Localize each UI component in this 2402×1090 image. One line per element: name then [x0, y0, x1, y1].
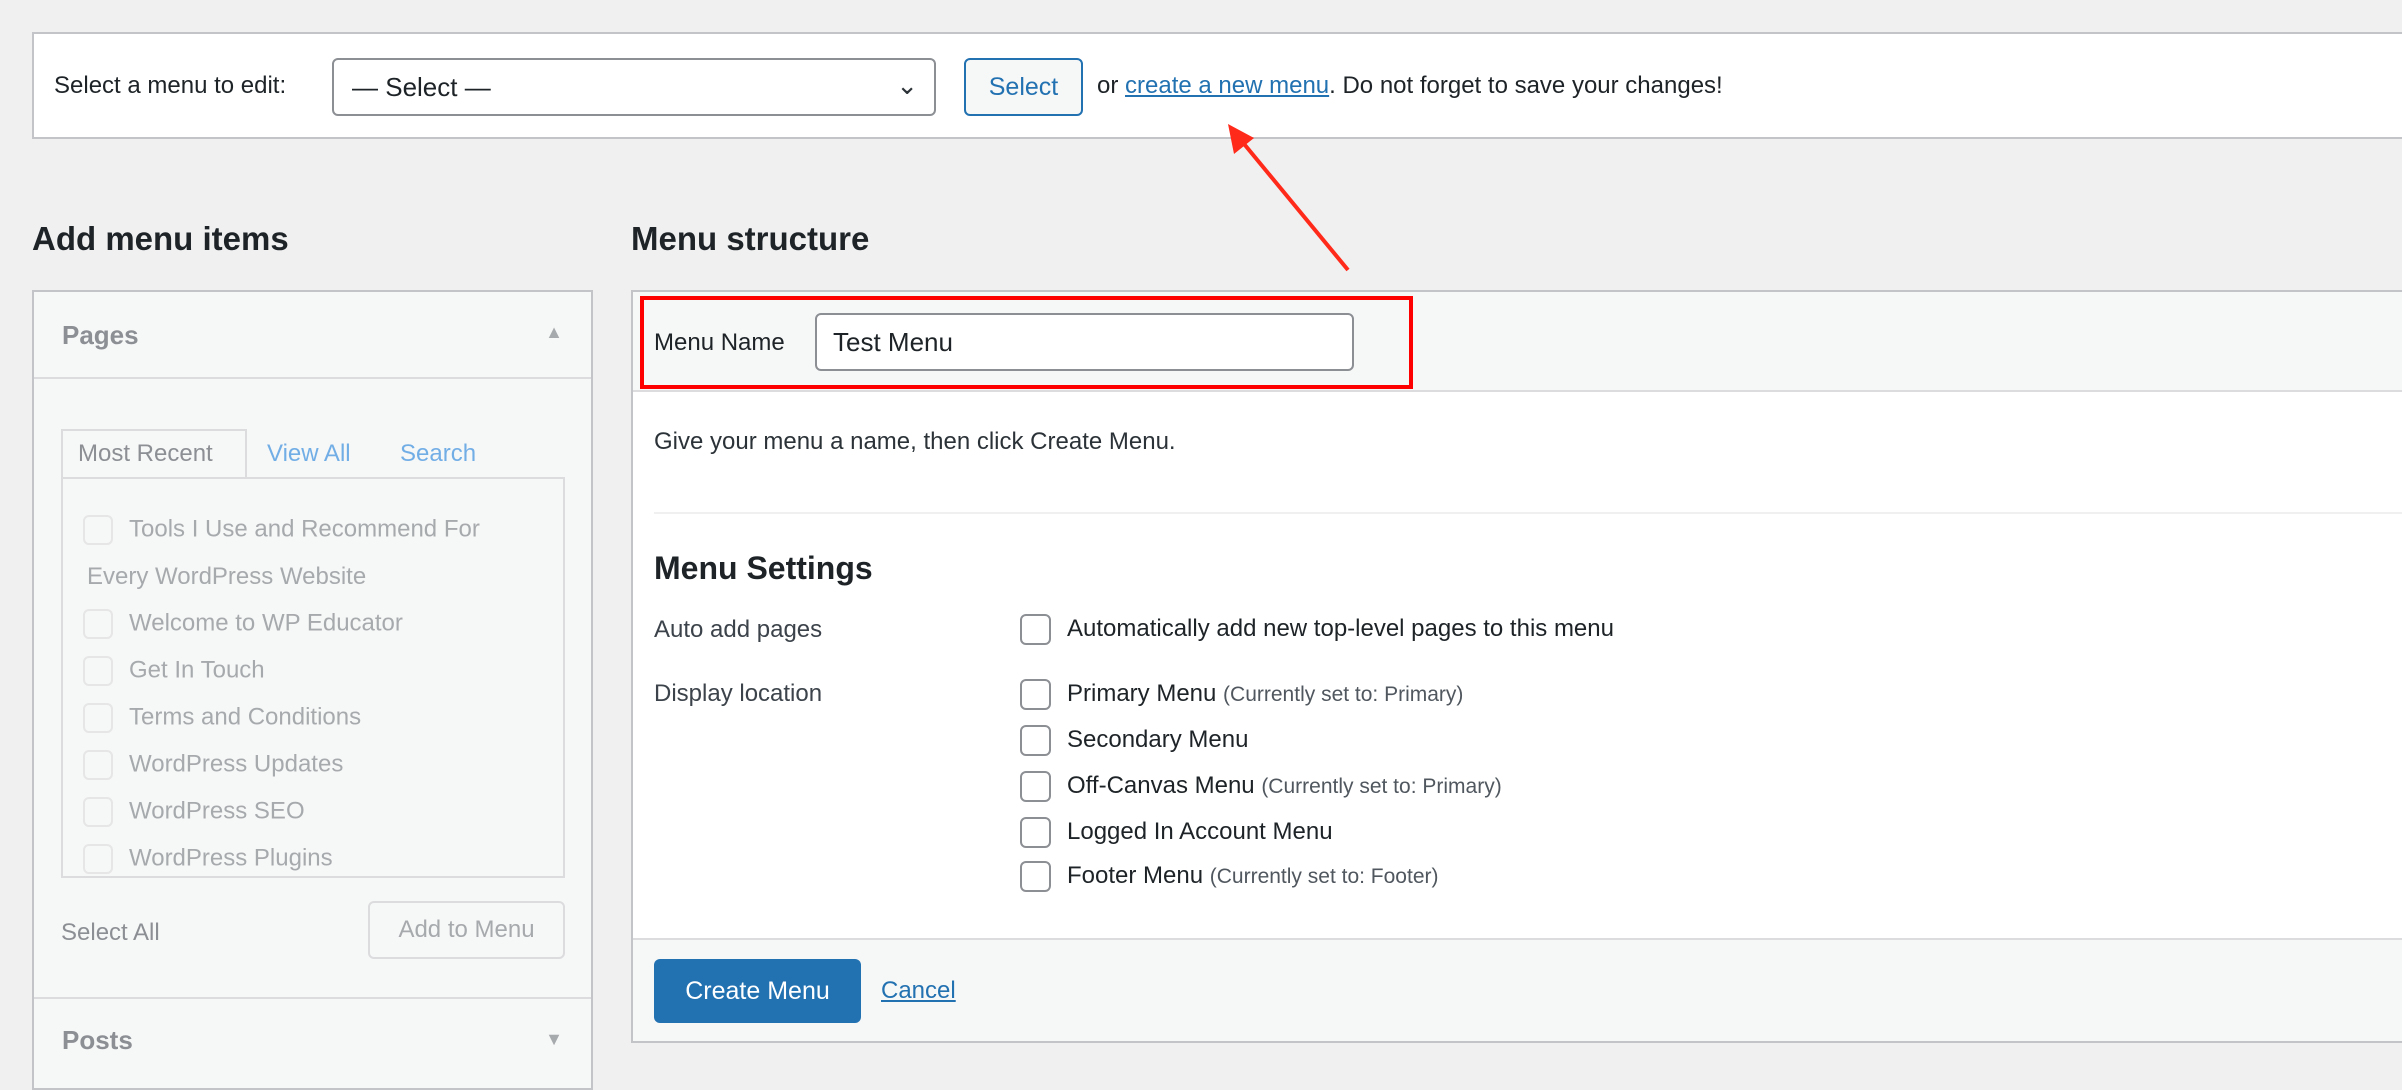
annotation-arrow — [1228, 124, 1350, 272]
arrow-shaft — [1238, 137, 1350, 272]
